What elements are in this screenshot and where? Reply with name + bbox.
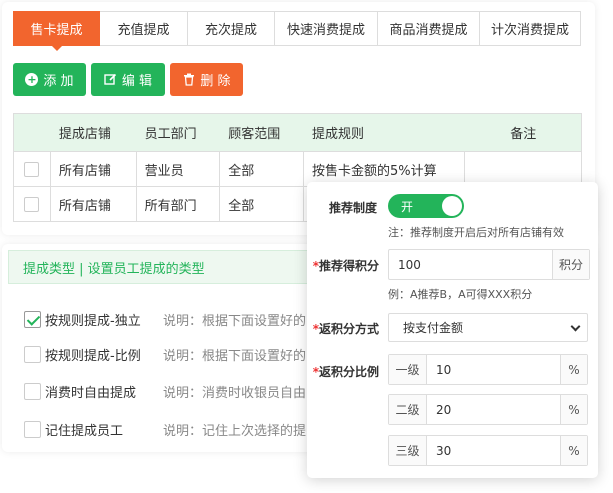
option-label: 消费时自由提成 — [45, 385, 137, 401]
checkbox[interactable] — [24, 345, 41, 363]
option-label: 按规则提成-比例 — [45, 348, 141, 364]
toggle-knob — [442, 196, 462, 216]
chevron-down-icon — [570, 321, 581, 332]
level2-value: 20 — [436, 402, 452, 417]
tab-recharge[interactable]: 充值提成 — [100, 11, 188, 46]
cell-customer-range: 全部 — [220, 187, 304, 221]
delete-button-label: 删 除 — [200, 74, 231, 89]
option-desc: 说明：根据下面设置好的 — [163, 348, 307, 364]
recommend-toggle[interactable]: 开 — [388, 194, 464, 218]
points-label: *推荐得积分 — [312, 259, 379, 273]
recommend-label: 推荐制度 — [328, 201, 377, 215]
return-method-value: 按支付金额 — [403, 321, 464, 335]
toggle-text: 开 — [401, 199, 414, 214]
delete-button[interactable]: 删 除 — [170, 63, 243, 96]
page: 售卡提成 充值提成 充次提成 快速消费提成 商品消费提成 计次消费提成 + 添 … — [0, 0, 613, 493]
tab-count-consume[interactable]: 计次消费提成 — [480, 11, 581, 46]
cell-customer-range: 全部 — [220, 152, 304, 186]
col-header-rule: 提成规则 — [312, 127, 365, 142]
option-desc: 说明：消费时收银员自由 — [163, 385, 307, 401]
points-input[interactable]: 100 积分 — [388, 249, 590, 280]
points-value: 100 — [398, 257, 421, 272]
level1-value: 10 — [436, 362, 452, 377]
option-label: 按规则提成-独立 — [45, 313, 141, 329]
checkbox-checked[interactable] — [24, 310, 41, 328]
level1-name: 一级 — [389, 355, 427, 384]
option-rule-independent[interactable]: 按规则提成-独立 说明：根据下面设置好的 — [24, 309, 306, 329]
checkbox[interactable] — [24, 382, 41, 400]
tab-quick-consume[interactable]: 快速消费提成 — [275, 11, 378, 46]
col-header-department: 员工部门 — [144, 127, 197, 142]
recommend-note: 注：推荐制度开启后对所有店铺有效 — [388, 226, 564, 239]
ratio-label: *返积分比例 — [312, 365, 379, 379]
option-desc: 说明：记住上次选择的提 — [163, 423, 307, 439]
option-rule-ratio[interactable]: 按规则提成-比例 说明：根据下面设置好的 — [24, 344, 306, 364]
col-header-remark: 备注 — [510, 127, 537, 142]
table-row[interactable]: 所有店铺 营业员 全部 按售卡金额的5%计算 — [14, 151, 581, 186]
tab-goods-consume[interactable]: 商品消费提成 — [378, 11, 480, 46]
cell-remark — [465, 152, 581, 186]
level1-input[interactable]: 一级 10 % — [388, 354, 588, 385]
cell-department: 营业员 — [137, 152, 221, 186]
add-button-label: 添 加 — [43, 74, 74, 89]
level3-input[interactable]: 三级 30 % — [388, 435, 588, 466]
row-checkbox[interactable] — [24, 161, 40, 177]
plus-circle-icon: + — [25, 73, 39, 86]
col-header-store: 提成店铺 — [58, 127, 111, 142]
checkbox[interactable] — [24, 420, 41, 438]
option-remember-staff[interactable]: 记住提成员工 说明：记住上次选择的提 — [24, 419, 306, 439]
level2-unit: % — [560, 395, 587, 424]
recommend-settings-popup: 推荐制度 开 注：推荐制度开启后对所有店铺有效 *推荐得积分 100 积分 例：… — [307, 182, 598, 478]
tab-recharge-count[interactable]: 充次提成 — [188, 11, 275, 46]
option-desc: 说明：根据下面设置好的 — [163, 313, 307, 329]
points-unit: 积分 — [552, 250, 589, 279]
commission-tabs: 售卡提成 充值提成 充次提成 快速消费提成 商品消费提成 计次消费提成 — [13, 11, 581, 51]
level1-unit: % — [560, 355, 587, 384]
edit-icon — [104, 73, 117, 86]
cell-department: 所有部门 — [137, 187, 221, 221]
cell-store: 所有店铺 — [51, 152, 137, 186]
return-method-label: *返积分方式 — [312, 322, 379, 336]
level2-name: 二级 — [389, 395, 427, 424]
level3-unit: % — [560, 436, 587, 465]
table-header: 提成店铺 员工部门 顾客范围 提成规则 备注 — [14, 114, 581, 151]
level2-input[interactable]: 二级 20 % — [388, 394, 588, 425]
row-checkbox[interactable] — [24, 196, 40, 212]
cell-rule: 按售卡金额的5%计算 — [304, 152, 466, 186]
col-header-customer-range: 顾客范围 — [228, 127, 281, 142]
option-label: 记住提成员工 — [45, 423, 124, 439]
edit-button[interactable]: 编 辑 — [91, 63, 165, 96]
cell-store: 所有店铺 — [51, 187, 137, 221]
trash-icon — [182, 73, 195, 86]
edit-button-label: 编 辑 — [121, 74, 153, 89]
add-button[interactable]: + 添 加 — [13, 63, 86, 96]
tab-card-sale[interactable]: 售卡提成 — [13, 11, 100, 51]
level3-name: 三级 — [389, 436, 427, 465]
points-example: 例：A推荐B，A可得XXX积分 — [388, 288, 533, 301]
option-free-commission[interactable]: 消费时自由提成 说明：消费时收银员自由 — [24, 381, 306, 401]
level3-value: 30 — [436, 443, 452, 458]
return-method-select[interactable]: 按支付金额 — [388, 313, 588, 342]
